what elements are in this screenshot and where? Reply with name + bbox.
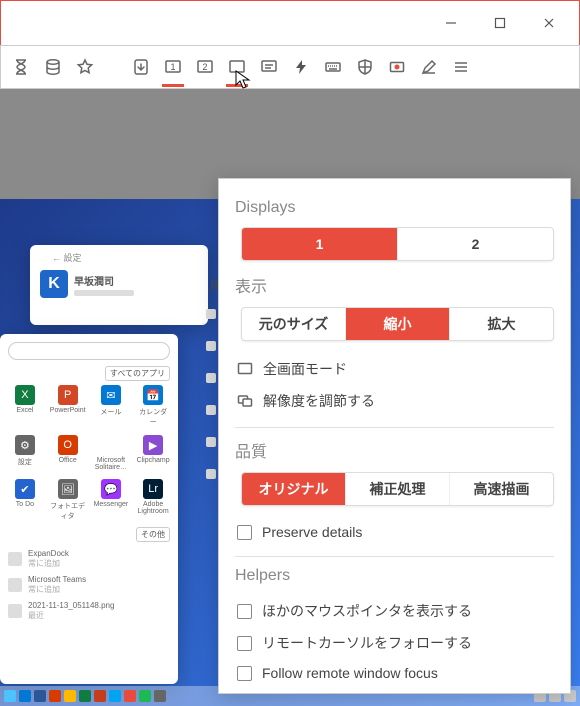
remote-search-input[interactable]	[8, 342, 170, 360]
quality-heading: 品質	[235, 438, 554, 462]
display-option-1[interactable]: 1	[242, 228, 397, 260]
database-icon[interactable]	[39, 53, 67, 81]
remote-settings-window[interactable]: ← 設定 K 早坂潤司	[30, 245, 208, 325]
displays-heading: Displays	[235, 199, 554, 217]
close-button[interactable]	[526, 8, 571, 38]
display-option-2[interactable]: 2	[397, 228, 553, 260]
remote-app-tile[interactable]: 🂡Microsoft Solitaire…	[94, 435, 129, 471]
minimize-button[interactable]	[428, 8, 473, 38]
cursor-icon	[235, 70, 251, 90]
all-apps-button[interactable]: すべてのアプリ	[105, 366, 170, 381]
helpers-heading: Helpers	[235, 567, 554, 585]
view-segment: 元のサイズ 縮小 拡大	[241, 307, 554, 341]
view-enlarge[interactable]: 拡大	[449, 308, 553, 340]
star-icon[interactable]	[71, 53, 99, 81]
helper-checkbox[interactable]	[237, 636, 252, 651]
helper-checkbox[interactable]	[237, 666, 252, 681]
remote-recent-item[interactable]: ExpanDock常に追加	[8, 546, 170, 572]
remote-app-tile[interactable]: ✔To Do	[8, 479, 42, 521]
remote-app-tile[interactable]: ⚙設定	[8, 435, 42, 471]
view-shrink[interactable]: 縮小	[345, 308, 449, 340]
maximize-button[interactable]	[477, 8, 522, 38]
helper-row[interactable]: ほかのマウスポインタを表示する	[235, 595, 554, 627]
remote-app-tile[interactable]: OOffice	[50, 435, 86, 471]
titlebar	[0, 0, 580, 45]
helper-row[interactable]: リモートカーソルをフォローする	[235, 627, 554, 659]
remote-view: 個人用 ← 設定 K 早坂潤司 すべてのアプリ XExcelPPowerPoin…	[0, 89, 580, 706]
fullscreen-row[interactable]: 全画面モード	[235, 353, 554, 385]
view-original-size[interactable]: 元のサイズ	[242, 308, 345, 340]
remote-recent-item[interactable]: 2021-11-13_051148.png最近	[8, 598, 170, 624]
remote-app-tile[interactable]: LrAdobe Lightroom	[136, 479, 170, 521]
view-heading: 表示	[235, 273, 554, 297]
remote-app-tile[interactable]: 🖼フォトエディタ	[50, 479, 86, 521]
quality-segment: オリジナル 補正処理 高速描画	[241, 472, 554, 506]
pen-icon[interactable]	[415, 53, 443, 81]
lightning-icon[interactable]	[287, 53, 315, 81]
display-settings-panel: Displays 1 2 表示 元のサイズ 縮小 拡大 全画面モード 解像度を調…	[218, 178, 571, 694]
remote-app-tile[interactable]: PPowerPoint	[50, 385, 86, 427]
preserve-details-row[interactable]: Preserve details	[235, 518, 554, 546]
keyboard-icon[interactable]	[319, 53, 347, 81]
quality-corrected[interactable]: 補正処理	[345, 473, 449, 505]
other-button[interactable]: その他	[136, 527, 170, 542]
remote-app-tile[interactable]: 📅カレンダー	[136, 385, 170, 427]
comment-icon[interactable]	[255, 53, 283, 81]
remote-app-tile[interactable]: XExcel	[8, 385, 42, 427]
adjust-resolution-row[interactable]: 解像度を調節する	[235, 385, 554, 417]
preserve-details-checkbox[interactable]	[237, 525, 252, 540]
helper-row[interactable]: Follow remote window focus	[235, 659, 554, 687]
fullscreen-icon	[237, 361, 253, 377]
displays-segment: 1 2	[241, 227, 554, 261]
remote-start-menu[interactable]: すべてのアプリ XExcelPPowerPoint✉メール📅カレンダー ⚙設定OO…	[0, 334, 178, 684]
helper-row[interactable]: 別ウィンドウヘルプ	[235, 687, 554, 694]
quality-fast[interactable]: 高速描画	[449, 473, 553, 505]
helper-checkbox[interactable]	[237, 604, 252, 619]
remote-app-tile[interactable]: ✉メール	[94, 385, 129, 427]
record-icon[interactable]	[383, 53, 411, 81]
menu-icon[interactable]	[447, 53, 475, 81]
arrow-in-icon[interactable]	[127, 53, 155, 81]
remote-side-strip	[205, 289, 217, 676]
display-1-button[interactable]: 1	[159, 53, 187, 81]
remote-recent-item[interactable]: Microsoft Teams常に追加	[8, 572, 170, 598]
quality-original[interactable]: オリジナル	[242, 473, 345, 505]
remote-app-tile[interactable]: ▶Clipchamp	[136, 435, 170, 471]
hourglass-icon[interactable]	[7, 53, 35, 81]
display-2-button[interactable]: 2	[191, 53, 219, 81]
toolbar: 1 2	[0, 45, 580, 89]
shield-icon[interactable]	[351, 53, 379, 81]
resolution-icon	[237, 393, 253, 409]
remote-app-tile[interactable]: 💬Messenger	[94, 479, 129, 521]
